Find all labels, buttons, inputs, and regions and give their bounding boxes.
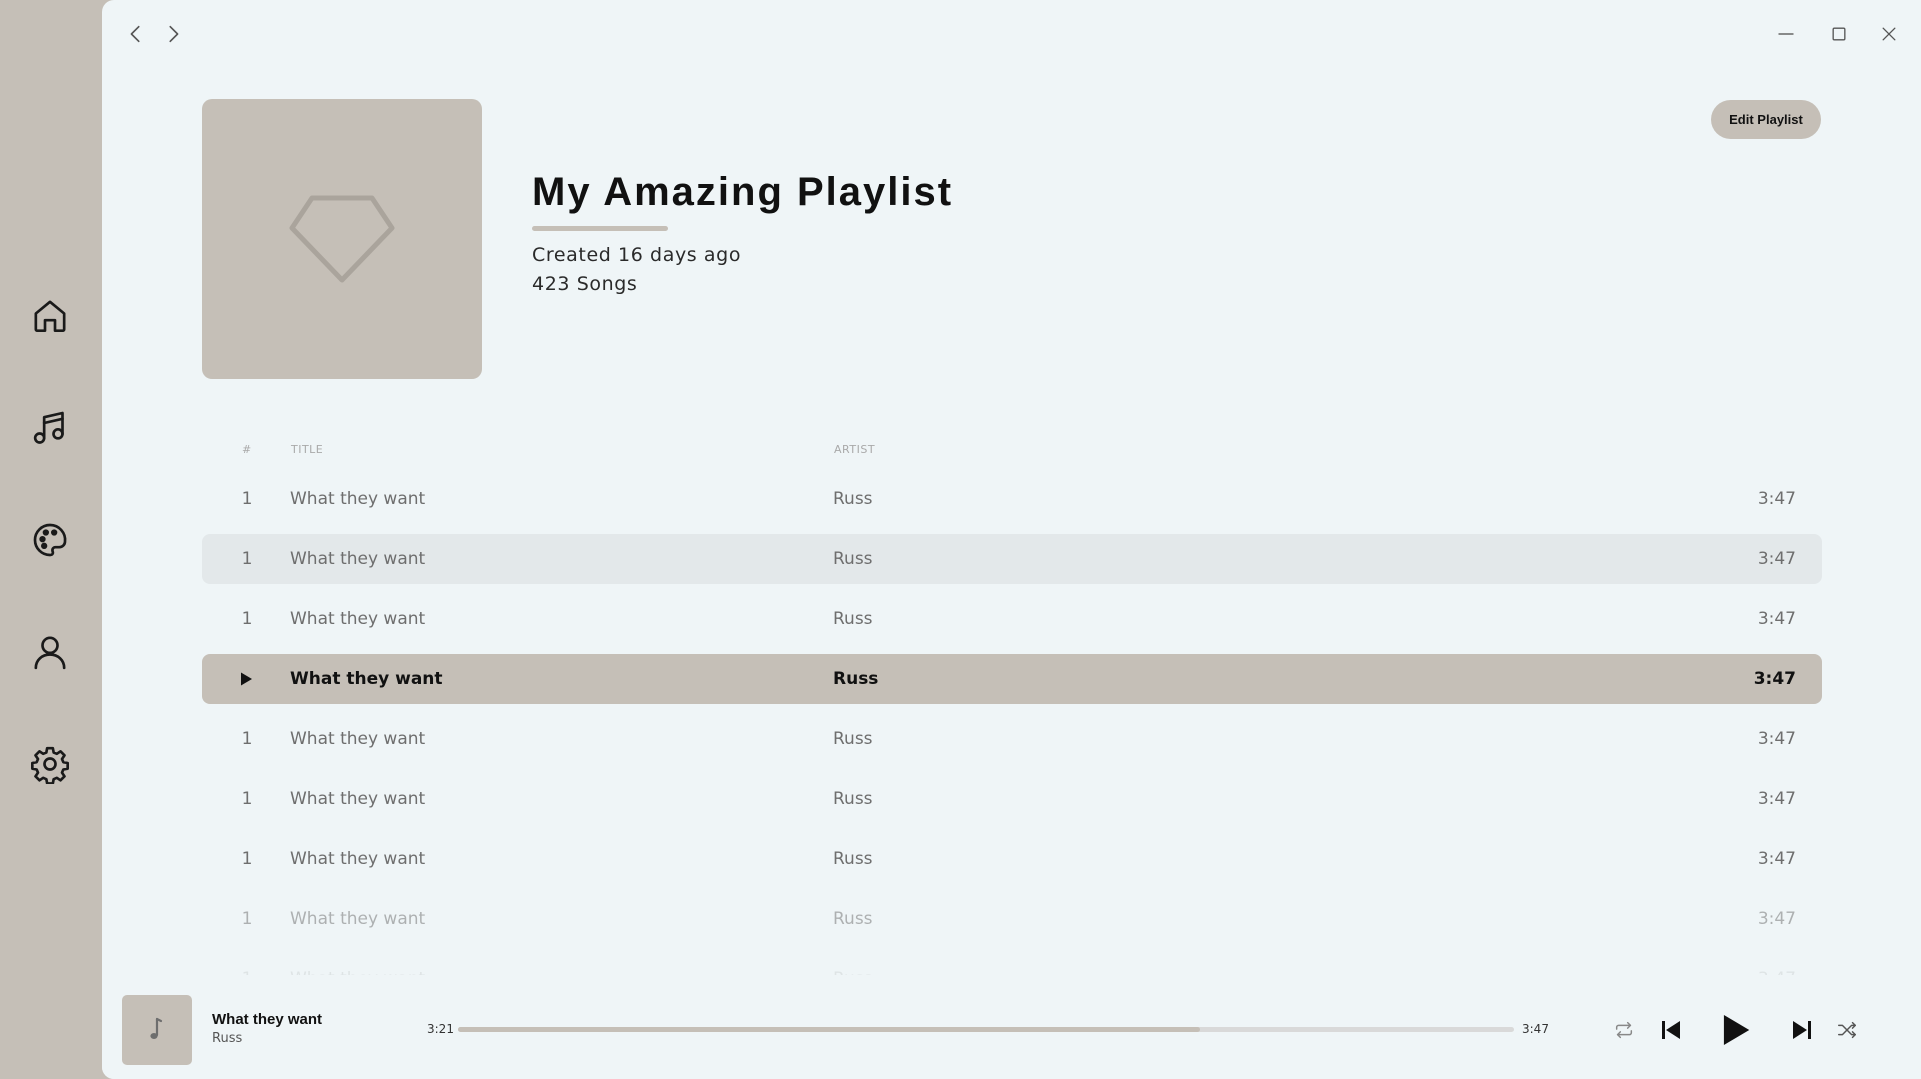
sidebar-item-themes[interactable] bbox=[26, 516, 74, 564]
previous-button[interactable] bbox=[1657, 1016, 1685, 1044]
track-title: What they want bbox=[290, 489, 426, 509]
repeat-button[interactable] bbox=[1611, 1017, 1637, 1043]
minimize-icon bbox=[1778, 33, 1794, 35]
chevron-right-icon bbox=[169, 25, 179, 43]
header-title: TITLE bbox=[291, 443, 324, 456]
next-icon bbox=[1793, 1021, 1811, 1039]
total-time: 3:47 bbox=[1522, 1022, 1549, 1036]
table-row[interactable]: 1 What they want Russ 3:47 bbox=[202, 714, 1822, 764]
track-duration: 3:47 bbox=[1757, 789, 1796, 809]
now-playing-title: What they want bbox=[212, 1011, 323, 1028]
track-duration: 3:47 bbox=[1757, 909, 1796, 929]
close-icon bbox=[1882, 27, 1896, 41]
track-list: 1 What they want Russ 3:47 1 What they w… bbox=[202, 474, 1822, 989]
palette-icon bbox=[33, 523, 67, 557]
track-artist: Russ bbox=[833, 669, 879, 689]
track-title: What they want bbox=[290, 549, 426, 569]
chevron-left-icon bbox=[130, 25, 140, 43]
shuffle-button[interactable] bbox=[1834, 1017, 1860, 1043]
repeat-icon bbox=[1615, 1021, 1633, 1039]
track-number: 1 bbox=[241, 609, 253, 629]
track-title: What they want bbox=[290, 669, 443, 689]
edit-playlist-button[interactable]: Edit Playlist bbox=[1711, 100, 1821, 139]
back-button[interactable] bbox=[122, 20, 150, 48]
track-artist: Russ bbox=[833, 609, 873, 629]
track-artist: Russ bbox=[833, 909, 873, 929]
shuffle-icon bbox=[1838, 1021, 1856, 1039]
track-number: 1 bbox=[241, 909, 253, 929]
user-icon bbox=[34, 636, 66, 670]
title-underline bbox=[532, 226, 668, 231]
playlist-cover bbox=[202, 99, 482, 379]
track-artist: Russ bbox=[833, 729, 873, 749]
main-panel: My Amazing Playlist Created 16 days ago … bbox=[102, 0, 1921, 1079]
track-artist: Russ bbox=[833, 849, 873, 869]
header-artist: ARTIST bbox=[834, 443, 876, 456]
track-duration: 3:47 bbox=[1757, 729, 1796, 749]
track-number: 1 bbox=[241, 849, 253, 869]
table-row[interactable]: 1 What they want Russ 3:47 bbox=[202, 474, 1822, 524]
track-number: 1 bbox=[241, 729, 253, 749]
minimize-button[interactable] bbox=[1771, 20, 1801, 48]
table-row[interactable]: 1 What they want Russ 3:47 bbox=[202, 594, 1822, 644]
sidebar-item-music[interactable] bbox=[26, 404, 74, 452]
track-duration: 3:47 bbox=[1757, 549, 1796, 569]
sidebar-item-settings[interactable] bbox=[26, 740, 74, 788]
play-icon bbox=[1723, 1014, 1750, 1046]
track-artist: Russ bbox=[833, 549, 873, 569]
track-artist: Russ bbox=[833, 489, 873, 509]
table-row[interactable]: 1 What they want Russ 3:47 bbox=[202, 834, 1822, 884]
maximize-icon bbox=[1832, 27, 1846, 41]
player-bar: What they want Russ 3:21 3:47 bbox=[102, 975, 1921, 1079]
playlist-song-count: 423 Songs bbox=[532, 273, 638, 295]
sidebar-item-home[interactable] bbox=[26, 292, 74, 340]
previous-icon bbox=[1662, 1021, 1680, 1039]
track-title: What they want bbox=[290, 609, 426, 629]
music-note-icon bbox=[150, 1017, 163, 1039]
header-num: # bbox=[242, 443, 252, 456]
table-row-playing[interactable]: What they want Russ 3:47 bbox=[202, 654, 1822, 704]
table-row[interactable]: 1 What they want Russ 3:47 bbox=[202, 534, 1822, 584]
track-number: 1 bbox=[241, 549, 253, 569]
now-playing-cover bbox=[122, 995, 192, 1065]
table-row[interactable]: 1 What they want Russ 3:47 bbox=[202, 774, 1822, 824]
forward-button[interactable] bbox=[159, 20, 187, 48]
track-duration: 3:47 bbox=[1757, 849, 1796, 869]
maximize-button[interactable] bbox=[1824, 20, 1854, 48]
track-duration: 3:47 bbox=[1757, 489, 1796, 509]
track-duration: 3:47 bbox=[1753, 669, 1796, 689]
diamond-icon bbox=[289, 195, 395, 283]
track-title: What they want bbox=[290, 789, 426, 809]
home-icon bbox=[34, 300, 66, 332]
music-note-icon bbox=[33, 411, 64, 444]
table-row[interactable]: 1 What they want Russ 3:47 bbox=[202, 894, 1822, 944]
track-duration: 3:47 bbox=[1757, 609, 1796, 629]
play-button[interactable] bbox=[1715, 1010, 1755, 1050]
current-time: 3:21 bbox=[427, 1022, 454, 1036]
now-playing-artist: Russ bbox=[212, 1031, 243, 1046]
progress-bar[interactable] bbox=[458, 1027, 1514, 1032]
track-title: What they want bbox=[290, 729, 426, 749]
gear-icon bbox=[31, 746, 69, 784]
next-button[interactable] bbox=[1788, 1016, 1816, 1044]
track-title: What they want bbox=[290, 909, 426, 929]
track-number: 1 bbox=[241, 489, 253, 509]
playlist-title: My Amazing Playlist bbox=[532, 170, 954, 214]
progress-fill bbox=[458, 1027, 1201, 1032]
play-icon bbox=[241, 672, 252, 686]
sidebar-item-profile[interactable] bbox=[26, 628, 74, 676]
track-title: What they want bbox=[290, 849, 426, 869]
track-artist: Russ bbox=[833, 789, 873, 809]
track-number: 1 bbox=[241, 789, 253, 809]
close-button[interactable] bbox=[1874, 20, 1904, 48]
music-app: My Amazing Playlist Created 16 days ago … bbox=[0, 0, 1921, 1079]
sidebar bbox=[0, 0, 102, 1079]
table-header: # TITLE ARTIST bbox=[202, 443, 1822, 463]
playlist-created: Created 16 days ago bbox=[532, 244, 742, 266]
